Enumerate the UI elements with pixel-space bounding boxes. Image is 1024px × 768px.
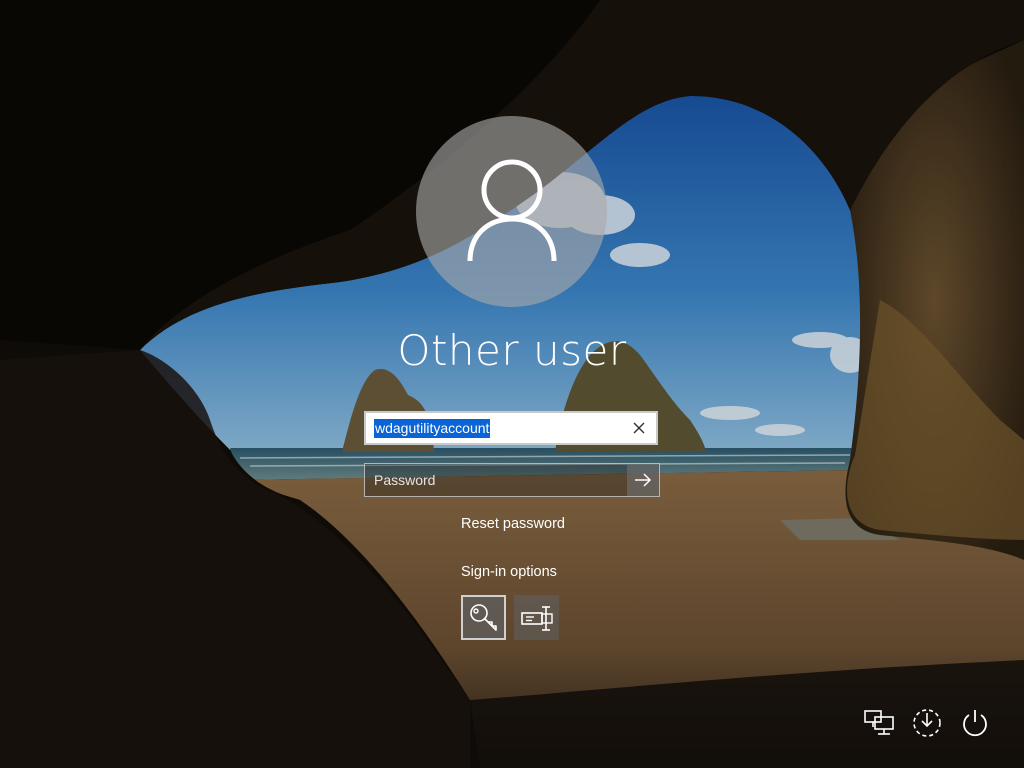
password-field[interactable]: Password: [364, 463, 660, 497]
power-button[interactable]: [958, 706, 992, 740]
clear-icon[interactable]: [630, 419, 648, 437]
ease-of-access-button[interactable]: [910, 706, 944, 740]
lock-screen: Other user wdagutilityaccount Password R…: [0, 0, 1024, 768]
key-icon: [469, 603, 497, 631]
network-icon: [864, 710, 894, 735]
signin-options-label[interactable]: Sign-in options: [461, 564, 557, 580]
password-placeholder: Password: [374, 472, 436, 488]
power-icon: [963, 710, 987, 737]
reset-password-link[interactable]: Reset password: [461, 516, 565, 532]
user-icon: [467, 159, 556, 261]
smart-card-signin-option-button[interactable]: [514, 595, 559, 640]
user-display-name: Other user: [397, 326, 627, 375]
user-avatar: [416, 116, 607, 307]
username-field[interactable]: wdagutilityaccount: [364, 411, 658, 445]
password-signin-option-button[interactable]: [461, 595, 506, 640]
network-button[interactable]: [862, 706, 896, 740]
smart-card-icon: [520, 605, 553, 631]
ease-of-access-icon: [913, 709, 941, 737]
username-value[interactable]: wdagutilityaccount: [374, 418, 491, 438]
submit-arrow-icon[interactable]: [627, 464, 659, 496]
